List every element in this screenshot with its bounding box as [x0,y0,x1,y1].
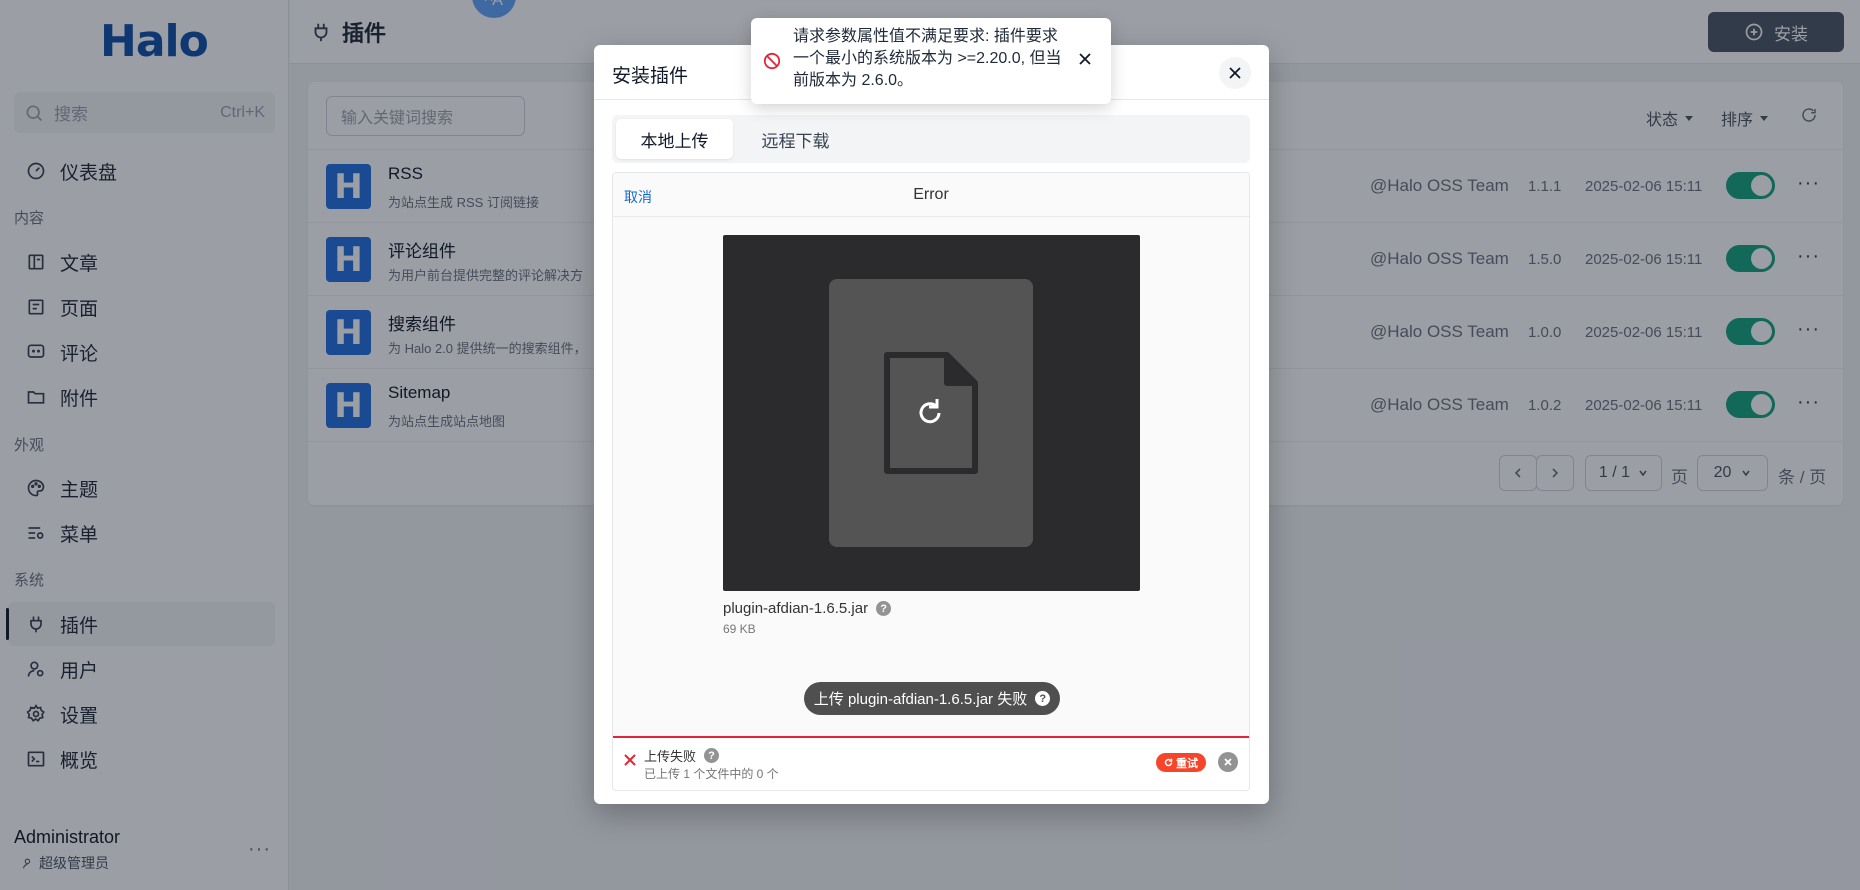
file-name: plugin-afdian-1.6.5.jar ? [723,600,892,617]
close-icon[interactable] [1078,52,1092,66]
uploader-status-title: Error [913,186,949,203]
upload-failed-message: 上传 plugin-afdian-1.6.5.jar 失败 ? [804,682,1060,715]
retry-icon [1164,758,1173,767]
help-icon[interactable]: ? [1035,691,1051,706]
uploader-header: Error 取消 [613,173,1249,217]
retry-button[interactable]: 重试 [1156,753,1206,772]
cancel-upload-icon[interactable] [1218,752,1238,772]
close-icon[interactable] [1219,57,1251,89]
toast-message: 请求参数属性值不满足要求: 插件要求一个最小的系统版本为 >=2.20.0, 但… [793,28,1062,89]
file-preview [723,235,1140,591]
help-icon[interactable]: ? [876,601,892,616]
upload-status-title-text: 上传失败 [644,749,697,764]
upload-failed-text: 上传 plugin-afdian-1.6.5.jar 失败 [813,691,1028,708]
upload-status-subtitle: 已上传 1 个文件中的 0 个 [644,767,779,781]
cancel-upload-link[interactable]: 取消 [624,187,652,207]
file-icon [884,352,978,474]
retry-button-label: 重试 [1176,757,1198,770]
install-plugin-dialog: 安装插件 本地上传 远程下载 Error 取消 plugin-afdian-1. [594,45,1269,804]
tab-remote-download[interactable]: 远程下载 [737,119,854,159]
file-preview-card [829,279,1033,547]
dialog-title: 安装插件 [612,66,689,87]
tab-local-upload[interactable]: 本地上传 [616,119,733,159]
file-size: 69 KB [723,622,756,636]
file-uploader: Error 取消 plugin-afdian-1.6.5.jar ? 69 KB… [612,172,1250,791]
forbidden-icon [763,52,781,70]
upload-status-title: 上传失败 ? [644,746,720,765]
install-tabs: 本地上传 远程下载 [612,115,1250,163]
help-icon[interactable]: ? [704,748,720,763]
upload-status-bar: 上传失败 ? 已上传 1 个文件中的 0 个 重试 [613,736,1249,790]
error-toast: 请求参数属性值不满足要求: 插件要求一个最小的系统版本为 >=2.20.0, 但… [751,18,1111,104]
file-name-text: plugin-afdian-1.6.5.jar [723,600,869,617]
error-x-icon [624,754,636,766]
